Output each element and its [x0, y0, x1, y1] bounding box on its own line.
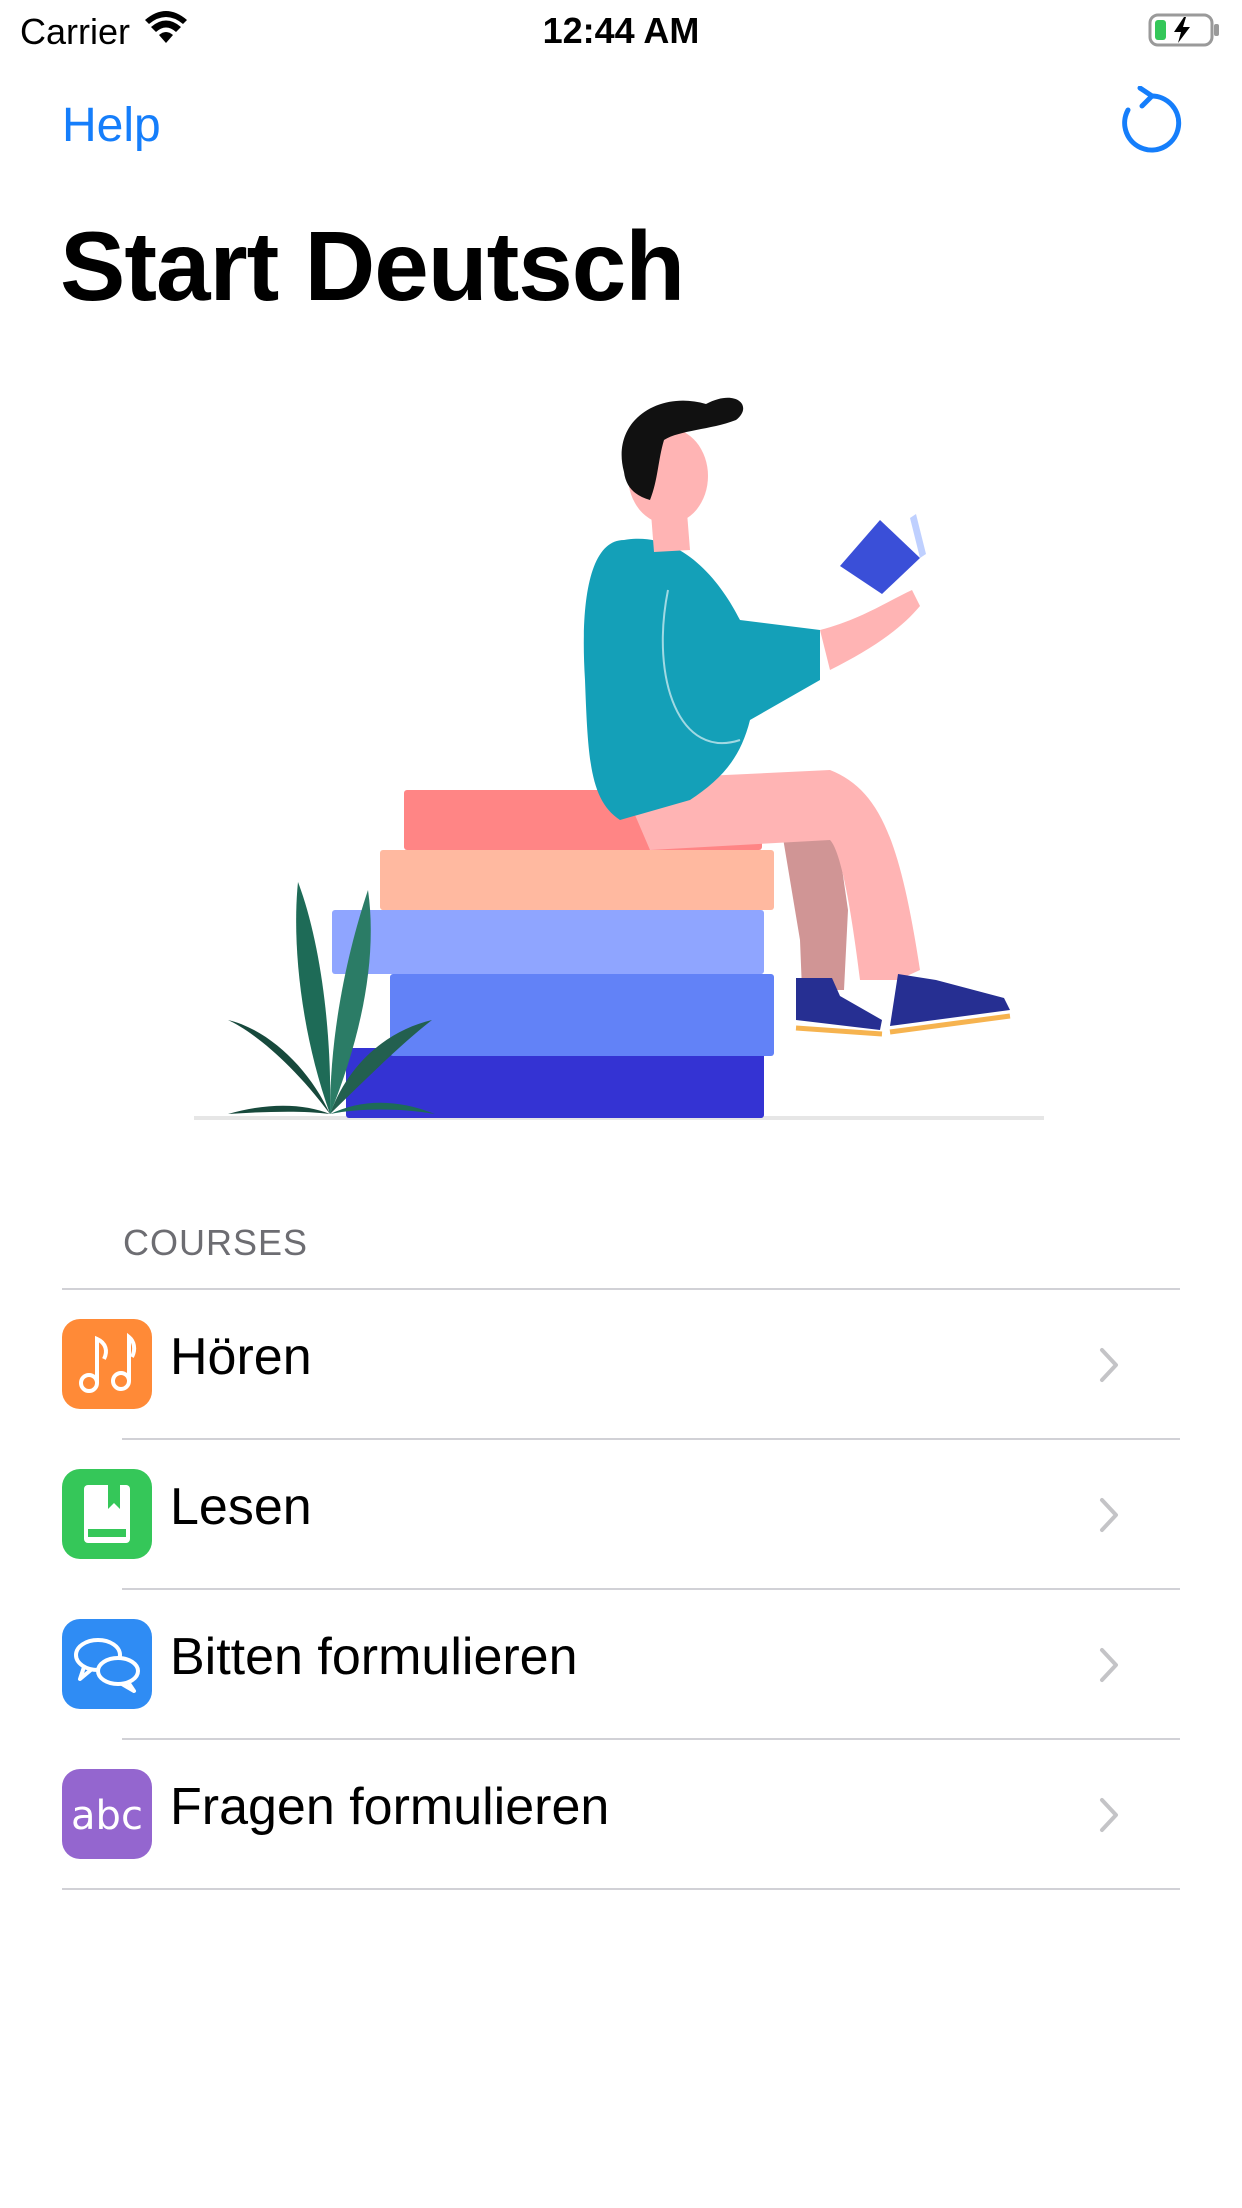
courses-section-header: COURSES: [123, 1222, 309, 1263]
course-row-bitten-formulieren[interactable]: Bitten formulieren: [62, 1590, 1180, 1740]
chevron-right-icon: [1098, 1496, 1120, 1539]
course-label: Lesen: [170, 1478, 312, 1536]
speech-bubbles-icon: [62, 1619, 152, 1709]
chevron-right-icon: [1098, 1796, 1120, 1839]
status-bar: Carrier 12:44 AM: [0, 0, 1242, 60]
book-icon: [62, 1469, 152, 1559]
courses-list: Hören Lesen Bitten formulieren abc Frage…: [62, 1288, 1180, 1890]
course-label: Fragen formulieren: [170, 1778, 610, 1836]
clock: 12:44 AM: [542, 10, 700, 51]
course-row-horen[interactable]: Hören: [62, 1290, 1180, 1440]
abc-text-icon: abc: [62, 1769, 152, 1859]
course-row-lesen[interactable]: Lesen: [62, 1440, 1180, 1590]
music-notes-icon: [62, 1319, 152, 1409]
chevron-right-icon: [1098, 1646, 1120, 1689]
abc-icon-text: abc: [71, 1793, 143, 1839]
battery-charging-icon: [1148, 12, 1222, 53]
course-label: Bitten formulieren: [170, 1628, 578, 1686]
page-title: Start Deutsch: [60, 211, 685, 321]
reading-person-illustration: [180, 380, 1060, 1130]
chevron-right-icon: [1098, 1346, 1120, 1389]
row-separator: [62, 1888, 1180, 1890]
course-row-fragen-formulieren[interactable]: abc Fragen formulieren: [62, 1740, 1180, 1890]
help-button[interactable]: Help: [62, 98, 161, 153]
refresh-icon[interactable]: [1118, 85, 1182, 158]
course-label: Hören: [170, 1328, 312, 1386]
